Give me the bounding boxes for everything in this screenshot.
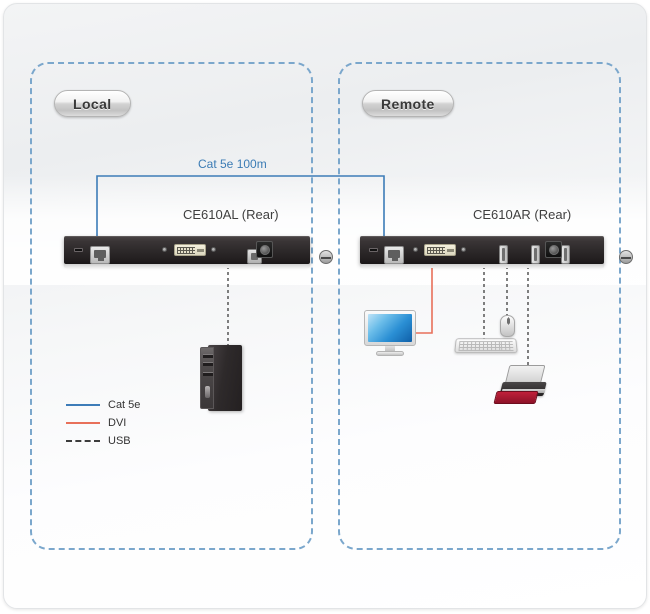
local-device-chassis [64, 236, 333, 268]
remote-device-label: CE610AR (Rear) [473, 207, 572, 222]
dvi-screw-right-icon [211, 247, 216, 252]
kensington-slot-icon [74, 248, 83, 252]
legend-item-dvi: DVI [66, 416, 140, 430]
computer-tower-icon [200, 345, 242, 411]
lcd-monitor-icon [364, 310, 416, 356]
power-jack-icon [545, 241, 562, 258]
legend-swatch-dvi [66, 422, 100, 424]
badge-local: Local [54, 90, 131, 117]
legend-item-usb: USB [66, 434, 140, 448]
legend-swatch-cat5e [66, 404, 100, 406]
power-jack-icon [256, 241, 273, 258]
dvi-screw-left-icon [162, 247, 167, 252]
cat5e-cable-label: Cat 5e 100m [198, 157, 267, 171]
usb-type-a-port-1-icon [499, 244, 508, 264]
usb-type-a-port-2-icon [531, 244, 540, 264]
usb-type-a-port-3-icon [561, 244, 570, 264]
rj45-port-icon [384, 246, 404, 264]
mouse-icon [500, 315, 515, 337]
zone-local [30, 62, 313, 550]
kensington-slot-icon [369, 248, 378, 252]
dvi-port-icon [174, 244, 206, 256]
legend-label-cat5e: Cat 5e [108, 399, 141, 411]
grounding-terminal-icon [319, 250, 333, 264]
badge-remote: Remote [362, 90, 454, 117]
dvi-screw-right-icon [461, 247, 466, 252]
rj45-port-icon [90, 246, 110, 264]
remote-device-chassis [360, 236, 633, 268]
legend-label-dvi: DVI [108, 417, 127, 429]
local-device-label: CE610AL (Rear) [183, 207, 279, 222]
printer-icon [493, 365, 553, 407]
dvi-port-icon [424, 244, 456, 256]
dvi-screw-left-icon [413, 247, 418, 252]
legend: Cat 5e DVI USB [66, 398, 140, 452]
diagram-canvas: Local Remote Cat 5e 100m CE610AL (Rear) … [0, 0, 650, 614]
legend-label-usb: USB [108, 435, 131, 447]
zone-remote [338, 62, 621, 550]
keyboard-icon [454, 338, 518, 356]
grounding-terminal-icon [619, 250, 633, 264]
legend-swatch-usb [66, 440, 100, 442]
legend-item-cat5e: Cat 5e [66, 398, 140, 412]
